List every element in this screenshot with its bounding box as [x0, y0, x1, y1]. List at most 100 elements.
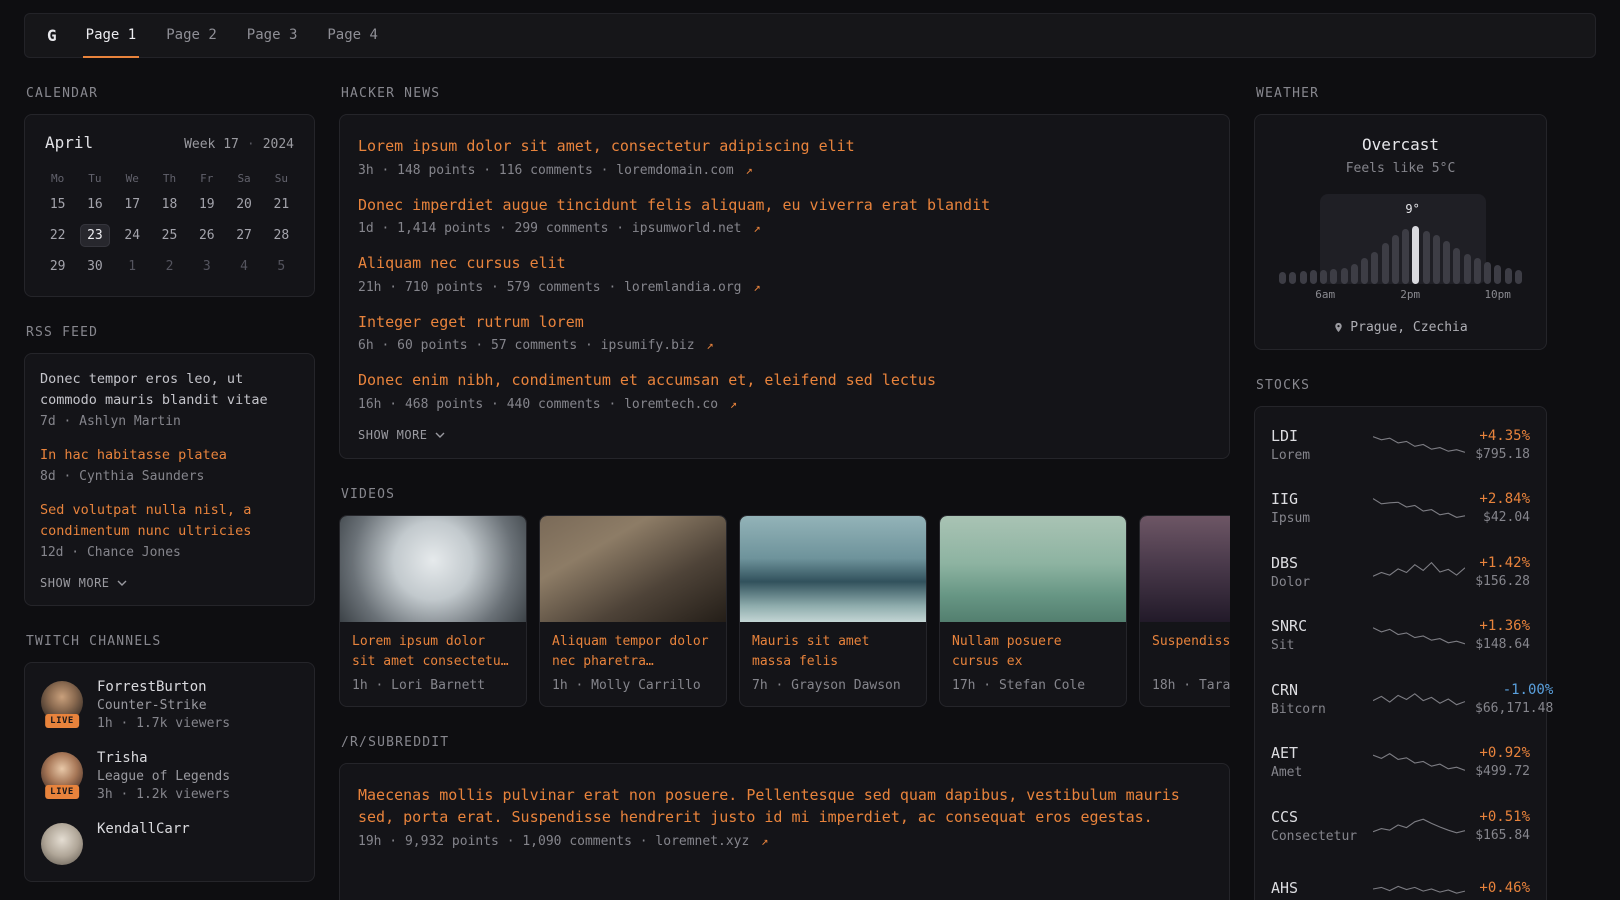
video-thumbnail[interactable]: [1140, 516, 1230, 622]
video-thumbnail[interactable]: [940, 516, 1126, 622]
stock-identity: DBS Dolor: [1271, 554, 1363, 590]
rss-item-link[interactable]: Sed volutpat nulla nisl, a condimentum n…: [40, 500, 299, 542]
stock-figures: +4.35% $795.18: [1475, 428, 1530, 462]
stock-symbol[interactable]: CCS: [1271, 808, 1363, 826]
calendar-day[interactable]: 18: [154, 193, 184, 216]
twitch-channel-row[interactable]: LIVE Trisha League of Legends 3h · 1.2k …: [41, 750, 298, 802]
rss-item-link[interactable]: In hac habitasse platea: [40, 445, 299, 466]
stock-sparkline: [1373, 874, 1465, 900]
video-card[interactable]: Mauris sit amet massa felis 7h · Grayson…: [739, 515, 927, 707]
calendar-day[interactable]: 17: [117, 193, 147, 216]
video-title-link[interactable]: Aliquam tempor dolor nec pharetra…: [552, 632, 714, 672]
channel-game[interactable]: Counter-Strike: [97, 698, 230, 713]
stock-symbol[interactable]: AHS: [1271, 879, 1363, 897]
video-meta: 1h · Lori Barnett: [352, 678, 514, 693]
subreddit-post-link[interactable]: Maecenas mollis pulvinar erat non posuer…: [358, 784, 1211, 829]
video-card[interactable]: Suspendisse diam 18h · Tara: [1139, 515, 1230, 707]
calendar-day[interactable]: 27: [229, 224, 259, 247]
calendar-day[interactable]: 16: [80, 193, 110, 216]
channel-name[interactable]: ForrestBurton: [97, 679, 230, 695]
hn-item-link[interactable]: Donec imperdiet augue tincidunt felis al…: [358, 194, 1211, 217]
hn-item-link[interactable]: Donec enim nibh, condimentum et accumsan…: [358, 369, 1211, 392]
calendar-day[interactable]: 30: [80, 255, 110, 278]
calendar-day[interactable]: 2: [154, 255, 184, 278]
hn-show-more-button[interactable]: SHOW MORE: [358, 428, 445, 442]
videos-row: Lorem ipsum dolor sit amet consectetu… 1…: [339, 515, 1230, 707]
hn-item-link[interactable]: Aliquam nec cursus elit: [358, 252, 1211, 275]
calendar-day[interactable]: 15: [43, 193, 73, 216]
external-link-icon[interactable]: ↗: [753, 280, 760, 294]
page-tab[interactable]: Page 2: [163, 14, 220, 58]
weather-hour-bar: [1474, 258, 1481, 284]
calendar-day[interactable]: 28: [266, 224, 296, 247]
video-thumbnail[interactable]: [340, 516, 526, 622]
weather-hour-bar: [1505, 268, 1512, 284]
channel-game[interactable]: League of Legends: [97, 769, 230, 784]
hn-item-link[interactable]: Integer eget rutrum lorem: [358, 311, 1211, 334]
external-link-icon[interactable]: ↗: [730, 397, 737, 411]
calendar-day[interactable]: 20: [229, 193, 259, 216]
stock-row[interactable]: CRN Bitcorn -1.00% $66,171.48: [1271, 667, 1530, 731]
twitch-channel-row[interactable]: LIVE ForrestBurton Counter-Strike 1h · 1…: [41, 679, 298, 731]
stock-symbol[interactable]: LDI: [1271, 427, 1363, 445]
calendar-day[interactable]: 29: [43, 255, 73, 278]
hackernews-list: Lorem ipsum dolor sit amet, consectetur …: [358, 135, 1211, 412]
calendar-day[interactable]: 26: [192, 224, 222, 247]
calendar-day[interactable]: 5: [266, 255, 296, 278]
stock-row[interactable]: CCS Consectetur +0.51% $165.84: [1271, 794, 1530, 858]
stock-row[interactable]: SNRC Sit +1.36% $148.64: [1271, 604, 1530, 668]
stock-symbol[interactable]: DBS: [1271, 554, 1363, 572]
external-link-icon[interactable]: ↗: [706, 338, 713, 352]
video-title-link[interactable]: Lorem ipsum dolor sit amet consectetu…: [352, 632, 514, 672]
video-card[interactable]: Nullam posuere cursus ex 17h · Stefan Co…: [939, 515, 1127, 707]
calendar-day[interactable]: 23: [80, 224, 110, 247]
calendar-days-grid: 15 16 17 18 19 20 21 22 23 24: [39, 193, 300, 278]
stock-symbol[interactable]: SNRC: [1271, 617, 1363, 635]
calendar-day[interactable]: 1: [117, 255, 147, 278]
calendar-day[interactable]: 22: [43, 224, 73, 247]
channel-name[interactable]: Trisha: [97, 750, 230, 766]
video-title-link[interactable]: Nullam posuere cursus ex: [952, 632, 1114, 672]
stock-row[interactable]: DBS Dolor +1.42% $156.28: [1271, 540, 1530, 604]
weather-hour-bar: [1484, 262, 1491, 284]
stock-name: Dolor: [1271, 575, 1363, 590]
video-thumbnail[interactable]: [540, 516, 726, 622]
section-heading-calendar: CALENDAR: [26, 86, 313, 101]
app-logo[interactable]: G: [47, 26, 83, 45]
stock-symbol[interactable]: AET: [1271, 744, 1363, 762]
stock-row[interactable]: LDI Lorem +4.35% $795.18: [1271, 413, 1530, 477]
calendar-day[interactable]: 21: [266, 193, 296, 216]
stock-symbol[interactable]: IIG: [1271, 490, 1363, 508]
twitch-channel-row[interactable]: LIVE KendallCarr: [41, 821, 298, 865]
rss-item-link[interactable]: Donec tempor eros leo, ut commodo mauris…: [40, 369, 299, 411]
rss-show-more-button[interactable]: SHOW MORE: [40, 576, 127, 590]
calendar-year: 2024: [263, 137, 294, 152]
external-link-icon[interactable]: ↗: [753, 221, 760, 235]
external-link-icon[interactable]: ↗: [761, 834, 768, 848]
calendar-day[interactable]: 4: [229, 255, 259, 278]
stock-row[interactable]: AHS +0.46%: [1271, 858, 1530, 900]
video-title-link[interactable]: Mauris sit amet massa felis: [752, 632, 914, 672]
video-thumbnail[interactable]: [740, 516, 926, 622]
calendar-day[interactable]: 19: [192, 193, 222, 216]
video-card[interactable]: Lorem ipsum dolor sit amet consectetu… 1…: [339, 515, 527, 707]
page-tab[interactable]: Page 3: [244, 14, 301, 58]
stock-symbol[interactable]: CRN: [1271, 681, 1363, 699]
rss-item: Sed volutpat nulla nisl, a condimentum n…: [40, 500, 299, 560]
calendar-day[interactable]: 24: [117, 224, 147, 247]
calendar-day[interactable]: 3: [192, 255, 222, 278]
external-link-icon[interactable]: ↗: [746, 163, 753, 177]
weekday-label: Th: [163, 172, 176, 185]
channel-name[interactable]: KendallCarr: [97, 821, 190, 837]
page-tab[interactable]: Page 4: [324, 14, 381, 58]
stock-row[interactable]: AET Amet +0.92% $499.72: [1271, 731, 1530, 795]
page-tab[interactable]: Page 1: [83, 14, 140, 58]
hn-item-link[interactable]: Lorem ipsum dolor sit amet, consectetur …: [358, 135, 1211, 158]
video-card[interactable]: Aliquam tempor dolor nec pharetra… 1h · …: [539, 515, 727, 707]
stock-change: +0.92%: [1475, 745, 1530, 761]
weather-location[interactable]: Prague, Czechia: [1271, 320, 1530, 335]
video-card-body: Suspendisse diam 18h · Tara: [1140, 622, 1230, 706]
stock-row[interactable]: IIG Ipsum +2.84% $42.04: [1271, 477, 1530, 541]
video-title-link[interactable]: Suspendisse diam: [1152, 632, 1230, 672]
calendar-day[interactable]: 25: [154, 224, 184, 247]
